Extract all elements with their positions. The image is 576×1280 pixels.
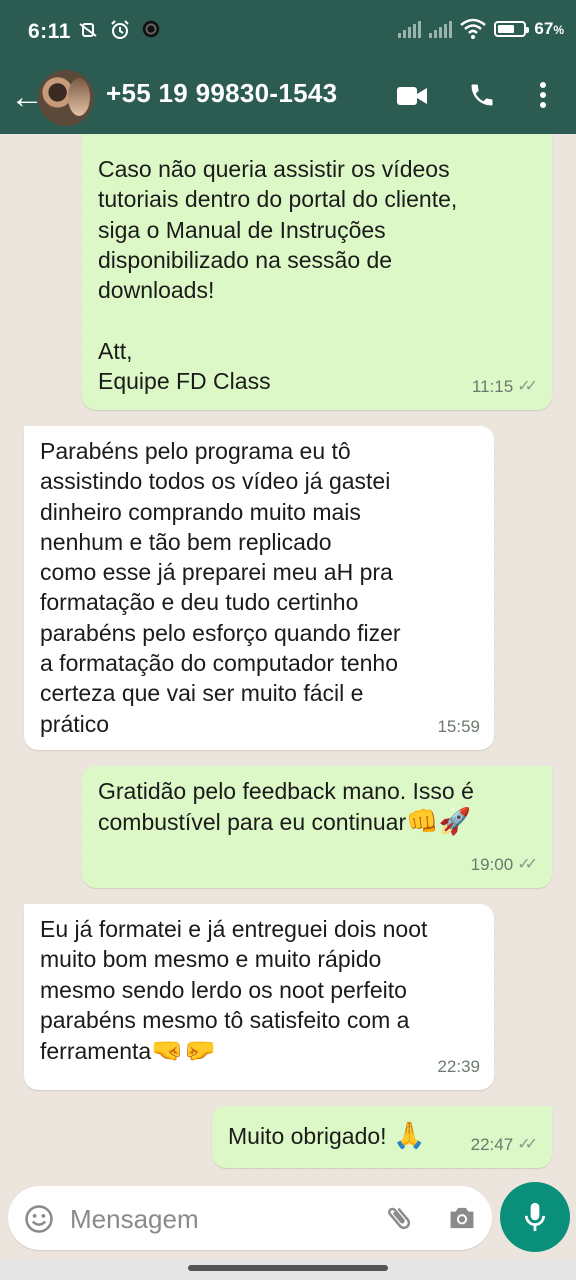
chat-area[interactable]: Caso não queria assistir os vídeos tutor… xyxy=(0,134,576,1180)
message-time: 11:15 xyxy=(471,376,514,396)
alarm-icon xyxy=(111,20,129,39)
message-incoming[interactable]: Eu já formatei e já entreguei dois noot … xyxy=(24,904,494,1090)
message-incoming[interactable]: Parabéns pelo programa eu tô assistindo … xyxy=(24,426,494,750)
wifi-icon xyxy=(460,18,487,39)
more-vert-icon[interactable] xyxy=(536,80,550,110)
read-ticks-icon: ✓✓ xyxy=(517,855,538,873)
status-notification-icons xyxy=(76,18,162,42)
message-outgoing[interactable]: Muito obrigado! 🙏 22:47 ✓✓ xyxy=(212,1106,552,1168)
message-time: 15:59 xyxy=(437,716,480,736)
emoji-icon[interactable] xyxy=(24,1204,54,1234)
read-ticks-icon: ✓✓ xyxy=(517,1135,538,1153)
message-text: Parabéns pelo programa eu tô assistindo … xyxy=(40,438,401,737)
message-text: Gratidão pelo feedback mano. Isso é comb… xyxy=(98,778,474,837)
message-time: 19:00 xyxy=(470,854,514,874)
message-meta: 19:00 ✓✓ xyxy=(471,850,538,880)
message-meta: 22:39 xyxy=(437,1052,480,1082)
vibrate-off-icon xyxy=(79,23,97,37)
message-text: Caso não queria assistir os vídeos tutor… xyxy=(98,156,458,395)
message-time: 22:39 xyxy=(437,1056,480,1076)
message-meta: 11:15 ✓✓ xyxy=(472,372,538,402)
message-input[interactable]: Mensagem xyxy=(70,1204,199,1235)
system-nav-bar xyxy=(0,1258,576,1280)
mic-button[interactable] xyxy=(500,1182,570,1252)
fist-bump-emoji: 🤜🤛 xyxy=(151,1035,216,1066)
home-indicator[interactable] xyxy=(188,1265,388,1271)
message-text: Eu já formatei e já entreguei dois noot … xyxy=(40,916,428,1066)
message-meta: 15:59 xyxy=(437,712,480,742)
mic-icon xyxy=(524,1202,546,1232)
video-call-icon[interactable] xyxy=(396,84,428,108)
avatar[interactable] xyxy=(38,70,94,126)
battery-icon xyxy=(494,21,530,37)
phone-icon[interactable] xyxy=(468,80,496,110)
praying-hands-emoji: 🙏 xyxy=(392,1120,426,1150)
dnd-icon xyxy=(142,20,160,38)
status-bar: 6:11 67% xyxy=(0,0,576,66)
contact-name[interactable]: +55 19 99830-1543 xyxy=(106,78,337,109)
signal-icon xyxy=(398,20,422,38)
read-ticks-icon: ✓✓ xyxy=(517,377,538,395)
message-outgoing[interactable]: Caso não queria assistir os vídeos tutor… xyxy=(82,134,552,410)
fist-rocket-emoji: 👊🚀 xyxy=(406,806,471,837)
status-right-icons: 67% xyxy=(398,18,564,40)
battery-percentage: 67% xyxy=(534,19,564,38)
signal-icon-2 xyxy=(429,20,453,38)
message-meta: 22:47 ✓✓ xyxy=(471,1130,538,1160)
message-outgoing[interactable]: Gratidão pelo feedback mano. Isso é comb… xyxy=(82,766,552,888)
message-input-box[interactable]: Mensagem xyxy=(8,1186,492,1250)
message-time: 22:47 xyxy=(470,1134,514,1154)
chat-header: ← +55 19 99830-1543 xyxy=(0,66,576,134)
camera-icon[interactable] xyxy=(446,1204,478,1232)
attach-icon[interactable] xyxy=(384,1202,414,1234)
status-time: 6:11 xyxy=(28,20,71,43)
